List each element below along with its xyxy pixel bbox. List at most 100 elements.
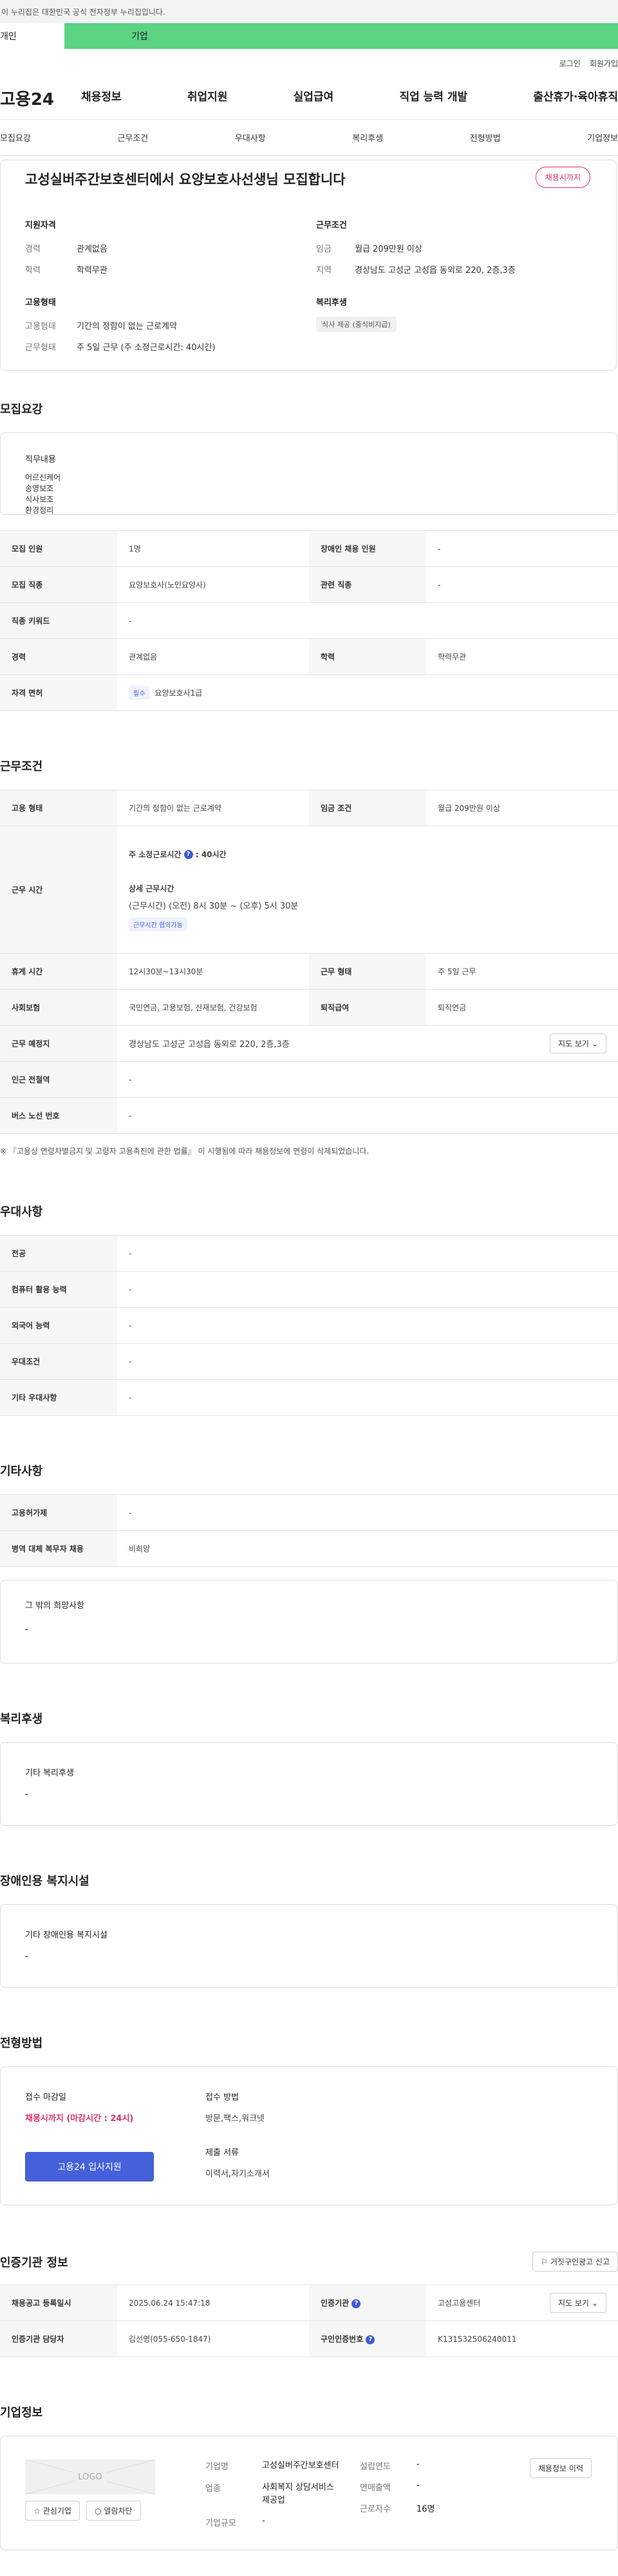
gnb-jobs[interactable]: 채용정보 <box>81 88 122 104</box>
table-row: 근무 예정지 경상남도 고성군 고성읍 동외로 220, 2층,3층 지도 보기… <box>0 1025 618 1062</box>
workcond-section-title: 근무조건 <box>0 760 43 774</box>
block-view-label: 열람차단 <box>104 2507 133 2516</box>
help-icon[interactable]: ? <box>366 2335 375 2344</box>
tab-selection[interactable]: 전형방법 <box>470 131 501 144</box>
company-field: 기업명 고성실버주간보호센터 <box>205 2460 341 2472</box>
company-logo-placeholder: LOGO <box>25 2460 155 2494</box>
cell-value: - <box>117 1379 618 1416</box>
cell-value: 2025.06.24 15:47:18 <box>117 2284 309 2321</box>
cell-label: 기타 우대사항 <box>0 1379 117 1416</box>
map-view-button[interactable]: 지도 보기 ⌄ <box>549 1033 606 1053</box>
duty-box: 직무내용 어르신케어 송영보조 식사보조 환경정리 <box>0 432 618 515</box>
duty-item: 어르신케어 <box>25 473 61 482</box>
gov-banner-text: 이 누리집은 대한민국 공식 전자정부 누리집입니다. <box>1 7 165 17</box>
cond-heading: 근무조건 <box>316 221 347 230</box>
favorite-company-button[interactable]: ☆ 관심기업 <box>25 2501 80 2521</box>
cell-value: K131532506240011 <box>426 2321 618 2357</box>
qual-value: 학력무관 <box>77 266 108 275</box>
table-row: 외국어 능력 - <box>0 1307 618 1344</box>
apply-button[interactable]: 고용24 입사지원 <box>25 2152 154 2182</box>
company-field: 업종 사회복지 상담서비스 제공업 <box>205 2481 341 2507</box>
user-type-tabs: 개인 기업 <box>0 23 618 49</box>
cell-value: 퇴직연금 <box>426 989 618 1026</box>
cond-block: 근무조건 임금 월급 209만원 이상 지역 경상남도 고성군 고성읍 동외로 22… <box>316 218 516 275</box>
company-fields-2: 설립연도 - 연매출액 - 근로자수 16명 <box>360 2460 456 2514</box>
cell-value: 12시30분~13시30분 <box>117 953 309 990</box>
field-key: 기업명 <box>205 2462 229 2472</box>
field-value: - <box>417 2481 420 2490</box>
workcond-table: 고용 형태 기간의 정함이 없는 근로계약 임금 조건 월급 209만원 이상 … <box>0 790 618 1134</box>
hours-main: 주 소정근로시간 ? : 40시간 <box>129 849 606 860</box>
cell-label: 외국어 능력 <box>0 1307 117 1344</box>
help-icon[interactable]: ? <box>183 850 193 859</box>
cell-value: 학력무관 <box>426 638 618 675</box>
cell-value: - <box>117 1235 618 1272</box>
agency-label: 인증기관 <box>321 2299 350 2308</box>
gnb-employment-support[interactable]: 취업지원 <box>187 88 228 104</box>
login-link[interactable]: 로그인 <box>559 58 581 69</box>
welfare-box-heading: 기타 복리후생 <box>25 1768 74 1778</box>
cell-value: 비희망 <box>117 1530 618 1567</box>
cell-value: 1명 <box>117 530 309 567</box>
disability-box: 기타 장애인용 복지시설 - <box>0 1904 618 1988</box>
signup-link[interactable]: 회원가입 <box>590 58 618 69</box>
job-history-button[interactable]: 채용정보 이력 <box>529 2458 592 2478</box>
qual-key: 학력 <box>25 266 41 275</box>
field-value: - <box>417 2460 420 2469</box>
cell-label: 경력 <box>0 638 117 675</box>
table-row: 버스 노선 번호 - <box>0 1097 618 1134</box>
tab-personal[interactable]: 개인 <box>0 23 64 49</box>
table-row: 모집 직종 요양보호사(노인요양사) 관련 직종 - <box>0 566 618 603</box>
cell-label: 퇴직급여 <box>309 989 426 1026</box>
map-view-label: 지도 보기 <box>557 1039 589 1048</box>
cell-value: 국민연금, 고용보험, 산재보험, 건강보험 <box>117 989 309 1026</box>
tab-welfare[interactable]: 복리후생 <box>352 131 383 144</box>
site-logo[interactable]: 고용24 <box>0 86 54 110</box>
tab-company-label: 기업 <box>131 32 148 42</box>
tab-recruit[interactable]: 모집요강 <box>0 131 31 144</box>
cell-label: 자격 면허 <box>0 674 117 711</box>
cond-key: 임금 <box>316 245 332 254</box>
company-field: 연매출액 - <box>360 2481 456 2493</box>
cell-label: 버스 노선 번호 <box>0 1097 117 1134</box>
etc-wish-heading: 그 밖의 희망사항 <box>25 1601 84 1611</box>
cell-label: 인증기관 담당자 <box>0 2321 117 2357</box>
hours-detail-title: 상세 근무시간 <box>129 884 174 893</box>
company-field: 근로자수 16명 <box>360 2502 456 2514</box>
tab-company[interactable]: 기업 <box>64 23 618 49</box>
gnb-unemployment-benefit[interactable]: 실업급여 <box>294 88 334 104</box>
block-view-button[interactable]: ○ 열람차단 <box>86 2501 141 2521</box>
license-cell: 필수 요양보호사1급 <box>117 674 618 711</box>
welfare-section-title: 복리후생 <box>0 1712 43 1726</box>
field-value: 고성실버주간보호센터 <box>262 2461 339 2470</box>
tab-company-info[interactable]: 기업정보 <box>587 131 618 144</box>
cell-label: 병역 대체 복무자 채용 <box>0 1530 117 1567</box>
cell-label: 장애인 채용 인원 <box>309 530 426 567</box>
docs-heading: 제출 서류 <box>205 2148 239 2158</box>
gnb-job-training[interactable]: 직업 능력 개발 <box>399 88 467 104</box>
table-row: 컴퓨터 활용 능력 - <box>0 1271 618 1308</box>
report-fake-ad-label: 거짓구인광고 신고 <box>550 2257 610 2266</box>
etc-section-title: 기타사항 <box>0 1465 43 1478</box>
section-tabs: 모집요강 근무조건 우대사항 복리후생 전형방법 기업정보 <box>0 120 618 156</box>
gov-banner: 이 누리집은 대한민국 공식 전자정부 누리집입니다. <box>0 0 618 23</box>
table-row: 휴게 시간 12시30분~13시30분 근무 형태 주 5일 근무 <box>0 953 618 990</box>
cell-label: 인근 전철역 <box>0 1061 117 1098</box>
gnb-parental-leave[interactable]: 출산휴가·육아휴직 <box>533 88 618 104</box>
duty-list: 어르신케어 송영보조 식사보조 환경정리 <box>25 472 593 516</box>
cell-label: 채용공고 등록일시 <box>0 2284 117 2321</box>
report-fake-ad-button[interactable]: ⚐ 거짓구인광고 신고 <box>532 2252 618 2272</box>
agency-map-button[interactable]: 지도 보기 ⌄ <box>549 2293 606 2313</box>
cell-value: 월급 209만원 이상 <box>426 790 618 826</box>
help-icon[interactable]: ? <box>351 2299 361 2308</box>
field-value: 16명 <box>417 2505 435 2514</box>
tab-preferences[interactable]: 우대사항 <box>235 131 266 144</box>
circle-icon: ○ <box>94 2506 102 2516</box>
cell-label: 인증기관 ? <box>309 2284 426 2321</box>
favorite-label: 관심기업 <box>42 2507 71 2516</box>
cell-label: 근무 형태 <box>309 953 426 990</box>
cell-label: 전공 <box>0 1235 117 1272</box>
tab-work-conditions[interactable]: 근무조건 <box>117 131 148 144</box>
disability-box-heading: 기타 장애인용 복지시설 <box>25 1931 108 1940</box>
job-summary-card: 고성실버주간보호센터에서 요양보호사선생님 모집합니다 채용시까지 지원자격 경… <box>0 160 617 371</box>
